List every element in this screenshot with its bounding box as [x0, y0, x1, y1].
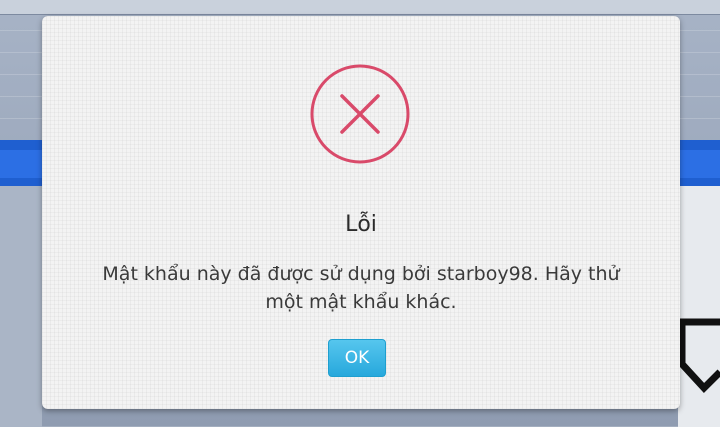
- dialog-title: Lỗi: [345, 212, 377, 237]
- background-top-bar: [0, 0, 720, 15]
- ok-button[interactable]: OK: [328, 339, 386, 377]
- background-diamond-shape: [678, 318, 720, 394]
- background-left-panel: [0, 186, 42, 427]
- dialog-message: Mật khẩu này đã được sử dụng bởi starboy…: [102, 263, 620, 313]
- error-dialog: Lỗi Mật khẩu này đã được sử dụng bởi sta…: [42, 16, 680, 409]
- error-x-circle-icon: [310, 64, 410, 164]
